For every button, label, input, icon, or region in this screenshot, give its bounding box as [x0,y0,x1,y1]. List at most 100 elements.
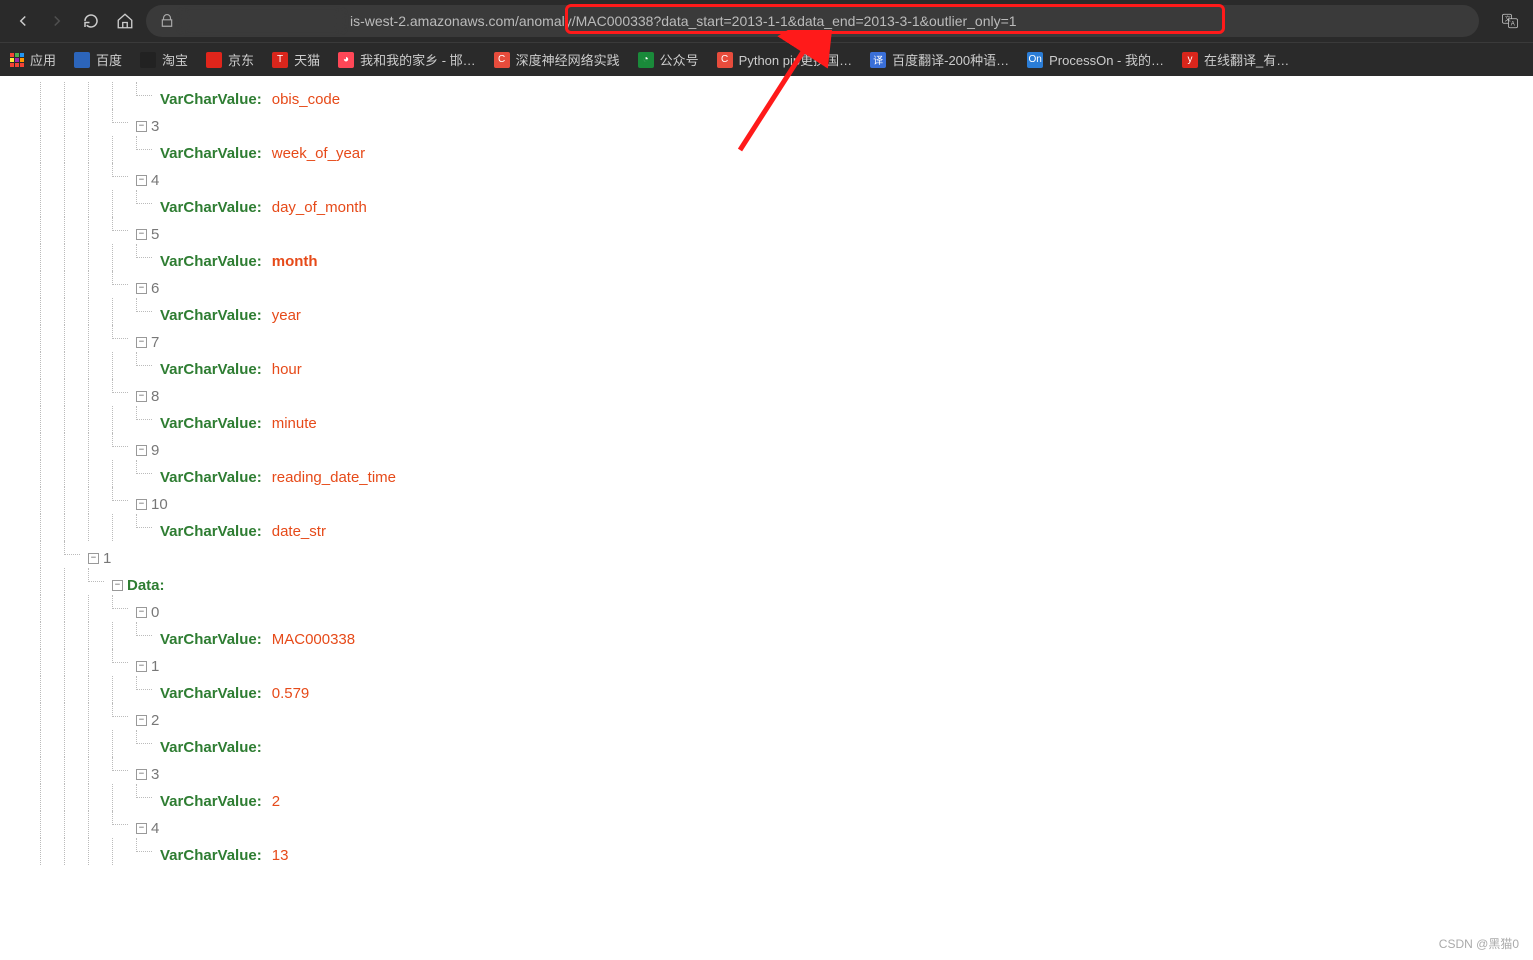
bookmark-label: 京东 [228,50,254,69]
url-text: is-west-2.amazonaws.com/anomaly/MAC00033… [350,13,1017,29]
tree-key: VarCharValue [160,518,257,545]
bookmark-label: ProcessOn - 我的… [1049,50,1164,69]
tree-toggle[interactable]: − [136,283,147,294]
tree-row: −3 [40,761,1493,788]
bookmark-label: 应用 [30,50,56,69]
bookmark-item[interactable]: 淘宝 [140,50,188,69]
tree-row: VarCharValue :month [40,248,1493,275]
tree-key: VarCharValue [160,788,257,815]
tree-row: VarCharValue : [40,734,1493,761]
home-button[interactable] [112,8,138,34]
bookmark-item[interactable]: T 天猫 [272,50,320,69]
bookmark-item[interactable]: y 在线翻译_有… [1182,50,1289,69]
tree-toggle[interactable]: − [136,175,147,186]
forward-button[interactable] [44,8,70,34]
favicon-icon: C [717,52,733,68]
tree-toggle[interactable]: − [136,229,147,240]
tree-row: −2 [40,707,1493,734]
tree-key: VarCharValue [160,356,257,383]
tree-toggle[interactable]: − [136,391,147,402]
favicon-icon: ◔ [638,52,654,68]
tree-toggle[interactable]: − [112,580,123,591]
tree-toggle[interactable]: − [136,661,147,672]
url-redacted [182,13,342,29]
tree-row: VarCharValue :0.579 [40,680,1493,707]
tree-toggle[interactable]: − [136,499,147,510]
tree-value: hour [272,356,302,383]
tree-row: VarCharValue :minute [40,410,1493,437]
favicon-icon: C [494,52,510,68]
bookmark-item[interactable]: ◕ 我和我的家乡 - 邯… [338,50,476,69]
bookmark-label: 深度神经网络实践 [516,50,620,69]
tree-toggle[interactable]: − [136,607,147,618]
tree-value: MAC000338 [272,626,355,653]
favicon-icon: ◕ [338,52,354,68]
tree-row: VarCharValue :day_of_month [40,194,1493,221]
tree-row: VarCharValue :MAC000338 [40,626,1493,653]
tree-toggle[interactable]: − [136,823,147,834]
bookmark-label: 公众号 [660,50,699,69]
watermark: CSDN @黑猫0 [1439,935,1519,952]
tree-value: week_of_year [272,140,365,167]
tree-toggle[interactable]: − [136,445,147,456]
bookmark-item[interactable]: ◔ 公众号 [638,50,699,69]
tree-value: obis_code [272,86,340,113]
tree-row: −0 [40,599,1493,626]
favicon-icon: T [272,52,288,68]
tree-row: VarCharValue :hour [40,356,1493,383]
bookmark-label: 我和我的家乡 - 邯… [360,50,476,69]
bookmark-item[interactable]: On ProcessOn - 我的… [1027,50,1164,69]
tree-key: VarCharValue [160,734,257,761]
bookmark-item[interactable]: 百度 [74,50,122,69]
tree-key: VarCharValue [160,302,257,329]
tree-toggle[interactable]: − [136,769,147,780]
tree-value: year [272,302,301,329]
bookmark-item[interactable]: 译百度翻译-200种语… [870,50,1009,69]
tree-row: −9 [40,437,1493,464]
tree-key: VarCharValue [160,464,257,491]
svg-text:文: 文 [1505,15,1511,23]
tree-row: −4 [40,815,1493,842]
bookmarks-bar: 应用 百度淘宝 京东 T 天猫 ◕ 我和我的家乡 - 邯… C 深度神经网络实践 ◔ 公众号 CPyt… [0,42,1533,76]
bookmark-item[interactable]: 京东 [206,50,254,69]
svg-text:A: A [1511,22,1515,28]
tree-key: VarCharValue [160,626,257,653]
back-button[interactable] [10,8,36,34]
tree-toggle[interactable]: − [136,337,147,348]
bookmark-item[interactable]: CPython pip更换国… [717,50,852,69]
tree-row: VarCharValue :reading_date_time [40,464,1493,491]
tree-row: VarCharValue :2 [40,788,1493,815]
tree-row: −Data : [40,572,1493,599]
address-bar[interactable]: is-west-2.amazonaws.com/anomaly/MAC00033… [146,5,1479,37]
favicon-icon [74,52,90,68]
json-tree-viewer: VarCharValue :obis_code−3VarCharValue :w… [0,76,1533,879]
tree-key: VarCharValue [160,140,257,167]
tree-row: −10 [40,491,1493,518]
favicon-icon: On [1027,52,1043,68]
tree-row: −3 [40,113,1493,140]
reload-button[interactable] [78,8,104,34]
bookmark-label: 在线翻译_有… [1204,50,1289,69]
tree-row: VarCharValue :year [40,302,1493,329]
bookmark-label: 天猫 [294,50,320,69]
tree-toggle[interactable]: − [136,715,147,726]
bookmark-item[interactable]: 应用 [10,50,56,69]
tree-value: 0.579 [272,680,310,707]
tree-value: minute [272,410,317,437]
favicon-icon [140,52,156,68]
tree-value: 2 [272,788,280,815]
bookmark-item[interactable]: C 深度神经网络实践 [494,50,620,69]
tree-toggle[interactable]: − [136,121,147,132]
bookmark-label: 百度翻译-200种语… [892,50,1009,69]
tree-key: VarCharValue [160,86,257,113]
translate-icon[interactable]: 文A [1497,8,1523,34]
apps-icon [10,53,24,67]
tree-key: VarCharValue [160,194,257,221]
bookmark-label: 百度 [96,50,122,69]
favicon-icon [206,52,222,68]
tree-key: VarCharValue [160,842,257,869]
tree-toggle[interactable]: − [88,553,99,564]
tree-row: −5 [40,221,1493,248]
favicon-icon: y [1182,52,1198,68]
lock-icon [160,14,174,28]
